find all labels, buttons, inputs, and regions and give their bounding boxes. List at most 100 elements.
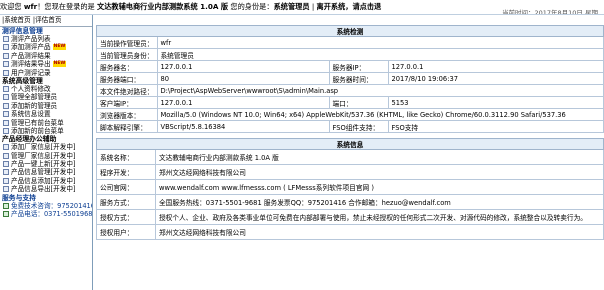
sidebar-section-title: 测评信息管理: [2, 27, 43, 35]
sidebar-item-label: 产品信息添加[开发中]: [11, 176, 76, 185]
sidebar-item[interactable]: 产品信息管理[开发中]: [0, 168, 92, 176]
system-info-header: 系统信息: [96, 138, 604, 150]
row-value: 全国服务热线：0371-5501-9681 服务发票QQ：975201416 合…: [155, 194, 604, 210]
greeting: 欢迎您: [0, 2, 22, 11]
row-value: D:\Project\AspWebServer\wwwroot\S\admin\…: [156, 84, 604, 97]
sidebar-item-label: 添加新的前台菜单: [11, 126, 64, 135]
row-label: 客户端IP：: [96, 96, 158, 109]
phone-icon: [3, 202, 9, 209]
welcome-line: 欢迎您 wfr！您现在登录的是 文达教辅电商行业内部测款系统 1.0A 版 您的…: [0, 2, 381, 12]
sidebar-item-label: 个人资料修改: [11, 84, 51, 93]
row-value: wfr: [156, 36, 604, 49]
phone-icon: [3, 211, 9, 218]
page-icon: [3, 94, 9, 101]
row-label: 服务器端口：: [96, 72, 158, 85]
sidebar-item[interactable]: 用户测评记录: [0, 69, 92, 77]
table-row: 系统名称： 文达教辅电商行业内部测款系统 1.0A 版: [96, 149, 604, 165]
row-label: 程序开发：: [96, 164, 156, 180]
table-row: 授权方式： 授权个人、企业、政府及各类事业单位可免费在内部部署与使用，禁止未经授权…: [96, 209, 604, 225]
sidebar-item-label: 管理厂家信息[开发中]: [11, 151, 76, 160]
page-icon: [3, 144, 9, 151]
table-row: 脚本解释引擎： VBScript/5.8.16384 FSO组件支持： FSO支持: [96, 120, 604, 133]
table-row: 浏览器版本： Mozilla/5.0 (Windows NT 10.0; Win6…: [96, 108, 604, 121]
page-icon: [3, 186, 9, 193]
table-row: 当前操作管理员： wfr: [96, 36, 604, 49]
logout-link[interactable]: 离开系统，请点击退: [317, 2, 382, 11]
row-label: 脚本解释引擎：: [96, 120, 158, 133]
page-icon: [3, 69, 9, 76]
page-icon: [3, 119, 9, 126]
row-label: FSO组件支持：: [328, 120, 389, 133]
tab-home[interactable]: |系统首页: [2, 16, 31, 24]
support-item: 免费技术咨询：975201416: [0, 202, 92, 210]
table-row: 公司官网： www.wendalf.com www.lfmesss.com ( L…: [96, 179, 604, 195]
table-row: 本文件绝对路径： D:\Project\AspWebServer\wwwroot\…: [96, 84, 604, 97]
sidebar-item[interactable]: 添加测评产品 NEW: [0, 43, 92, 51]
sidebar-item-label: 管理全部管理员: [11, 93, 58, 102]
tab-evaluation-home[interactable]: |评估首页: [33, 16, 62, 24]
sidebar-item[interactable]: 管理厂家信息[开发中]: [0, 152, 92, 160]
row-label: 服务器名：: [96, 60, 158, 73]
sidebar-item[interactable]: 管理已有前台菜单: [0, 119, 92, 127]
row-label: 系统名称：: [96, 149, 156, 165]
row-label: 服务器IP：: [328, 60, 389, 73]
row-label: 服务方式：: [96, 194, 156, 210]
sidebar-item-label: 系统信息设置: [11, 110, 51, 119]
row-label: 服务器时间：: [328, 72, 389, 85]
sidebar-item-label: 产品信息管理[开发中]: [11, 168, 76, 177]
separator: |: [311, 2, 315, 11]
page-icon: [3, 127, 9, 134]
sidebar-item-label: 添加厂家信息[开发中]: [11, 143, 76, 152]
row-value: 5153: [387, 96, 604, 109]
row-value: 郑州文达经网络科技有限公司: [155, 224, 604, 240]
sidebar-item-label: 产品信息导出[开发中]: [11, 185, 76, 194]
sidebar-item-label: 测评产品列表: [11, 35, 51, 43]
row-value: 文达教辅电商行业内部测款系统 1.0A 版: [155, 149, 604, 165]
page-icon: [3, 152, 9, 159]
page-icon: [3, 36, 9, 42]
sidebar-item-label: 产品测评结果: [11, 51, 51, 60]
page-icon: [3, 85, 9, 92]
row-value: Mozilla/5.0 (Windows NT 10.0; Win64; x64…: [156, 108, 604, 121]
sidebar-item-label: 测评结果导出: [11, 60, 51, 69]
sidebar-section-title: 系统高级管理: [2, 76, 43, 85]
top-bar: 欢迎您 wfr！您现在登录的是 文达教辅电商行业内部测款系统 1.0A 版 您的…: [0, 0, 604, 15]
current-date: 当前时间：2017年8月10日 星期: [501, 9, 598, 15]
row-value: FSO支持: [387, 120, 604, 133]
new-badge-icon: NEW: [52, 44, 67, 51]
row-value: 127.0.0.1: [387, 60, 604, 73]
system-detect-table: 系统检测 当前操作管理员： wfr 当前管理员身份： 系统管理员 服务器名： 127.0.…: [96, 25, 604, 133]
support-item: 产品电话：0371-55019681: [0, 210, 92, 218]
system-info-table: 系统信息 系统名称： 文达教辅电商行业内部测款系统 1.0A 版程序开发： 郑州文达…: [96, 138, 604, 240]
new-badge-icon: NEW: [52, 61, 67, 68]
sidebar-item[interactable]: 测评结果导出 NEW: [0, 60, 92, 68]
row-value: 127.0.0.1: [156, 60, 330, 73]
row-label: 当前操作管理员：: [96, 36, 158, 49]
support-title: 服务与支持: [2, 193, 36, 202]
row-label: 授权用户：: [96, 224, 156, 240]
table-row: 服务方式： 全国服务热线：0371-5501-9681 服务发票QQ：975201…: [96, 194, 604, 210]
row-value: www.wendalf.com www.lfmesss.com ( LFMess…: [155, 179, 604, 195]
sidebar-item[interactable]: 产品信息导出[开发中]: [0, 185, 92, 193]
identity-label: 您的身份是：: [230, 2, 274, 11]
page-icon: [3, 177, 9, 184]
row-value: 系统管理员: [156, 48, 604, 61]
sidebar-item[interactable]: 添加新的管理员: [0, 102, 92, 110]
row-value: 127.0.0.1: [156, 96, 330, 109]
row-label: 授权方式：: [96, 209, 156, 225]
sidebar: |系统首页 |评估首页 测评信息管理 测评产品列表 添加测评产品 NEW 产品测评结果测…: [0, 15, 93, 290]
sidebar-item[interactable]: 管理全部管理员: [0, 93, 92, 101]
support-item-label: 产品电话：0371-55019681: [11, 210, 93, 219]
sidebar-item[interactable]: 产品测评结果: [0, 52, 92, 60]
page-icon: [3, 102, 9, 109]
row-label: 公司官网：: [96, 179, 156, 195]
sidebar-item[interactable]: 产品信息添加[开发中]: [0, 177, 92, 185]
sidebar-tabs: |系统首页 |评估首页: [0, 15, 92, 27]
sidebar-item-label: 添加新的管理员: [11, 101, 58, 110]
sidebar-item[interactable]: 添加厂家信息[开发中]: [0, 143, 92, 151]
table-row: 程序开发： 郑州文达经网络科技有限公司: [96, 164, 604, 180]
sidebar-item-label: 添加测评产品: [11, 43, 51, 52]
sidebar-item[interactable]: 系统信息设置: [0, 110, 92, 118]
page-icon: [3, 111, 9, 118]
support-item-label: 免费技术咨询：975201416: [11, 201, 93, 210]
